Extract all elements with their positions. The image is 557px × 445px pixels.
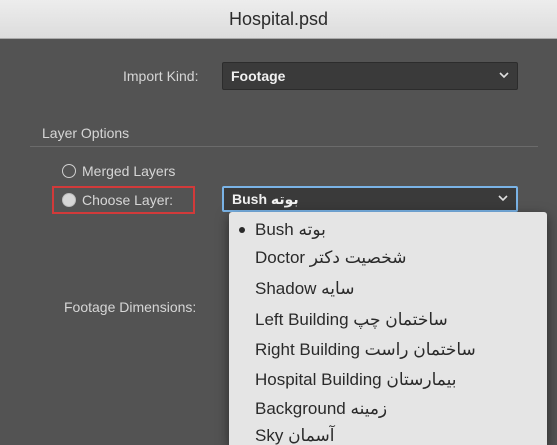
import-kind-value: Footage [231,68,286,84]
merged-layers-radio[interactable] [62,164,76,178]
merged-layers-label: Merged Layers [82,163,176,179]
menu-item-bush[interactable]: Bush بوته [229,216,547,243]
import-dialog: Hospital.psd Import Kind: Footage Layer … [0,0,557,445]
menu-item-left-building[interactable]: ساختمان چپ Left Building [229,306,547,333]
menu-item-shadow[interactable]: Shadow سایه [229,275,547,302]
layer-dropdown-menu: Bush بوته شخصیت دکتر Doctor Shadow سایه … [229,212,547,445]
menu-item-sky[interactable]: Sky آسمان [229,422,547,445]
menu-item-label: ساختمان چپ Left Building [255,309,448,329]
menu-item-right-building[interactable]: ساختمان راست Right Building [229,336,547,363]
layer-options-heading: Layer Options [42,125,130,141]
import-kind-label: Import Kind: [123,68,199,84]
title-bar[interactable]: Hospital.psd [0,0,557,39]
menu-item-label: ساختمان راست Right Building [255,339,476,359]
chevron-down-icon [498,195,508,202]
menu-item-label: Bush بوته [255,219,326,239]
group-divider [30,146,538,147]
menu-item-label: Shadow سایه [255,278,355,298]
merged-layers-option[interactable]: Merged Layers [62,163,175,179]
menu-item-label: شخصیت دکتر Doctor [255,247,407,267]
layer-select[interactable]: بوته Bush [222,186,518,212]
menu-item-label: Sky آسمان [255,425,335,445]
annotation-highlight-box [52,186,195,214]
checked-bullet-icon [239,226,245,233]
menu-item-doctor[interactable]: شخصیت دکتر Doctor [229,244,547,271]
chevron-down-icon [499,72,509,79]
menu-item-label: بیمارستان Hospital Building [255,369,457,389]
window-title: Hospital.psd [228,8,329,29]
menu-item-label: Background زمینه [255,398,388,418]
import-kind-select[interactable]: Footage [222,62,518,90]
menu-item-hospital-building[interactable]: بیمارستان Hospital Building [229,366,547,393]
menu-item-background[interactable]: Background زمینه [229,395,547,422]
footage-dimensions-label: Footage Dimensions: [64,299,197,315]
layer-select-value: بوته Bush [232,190,299,207]
